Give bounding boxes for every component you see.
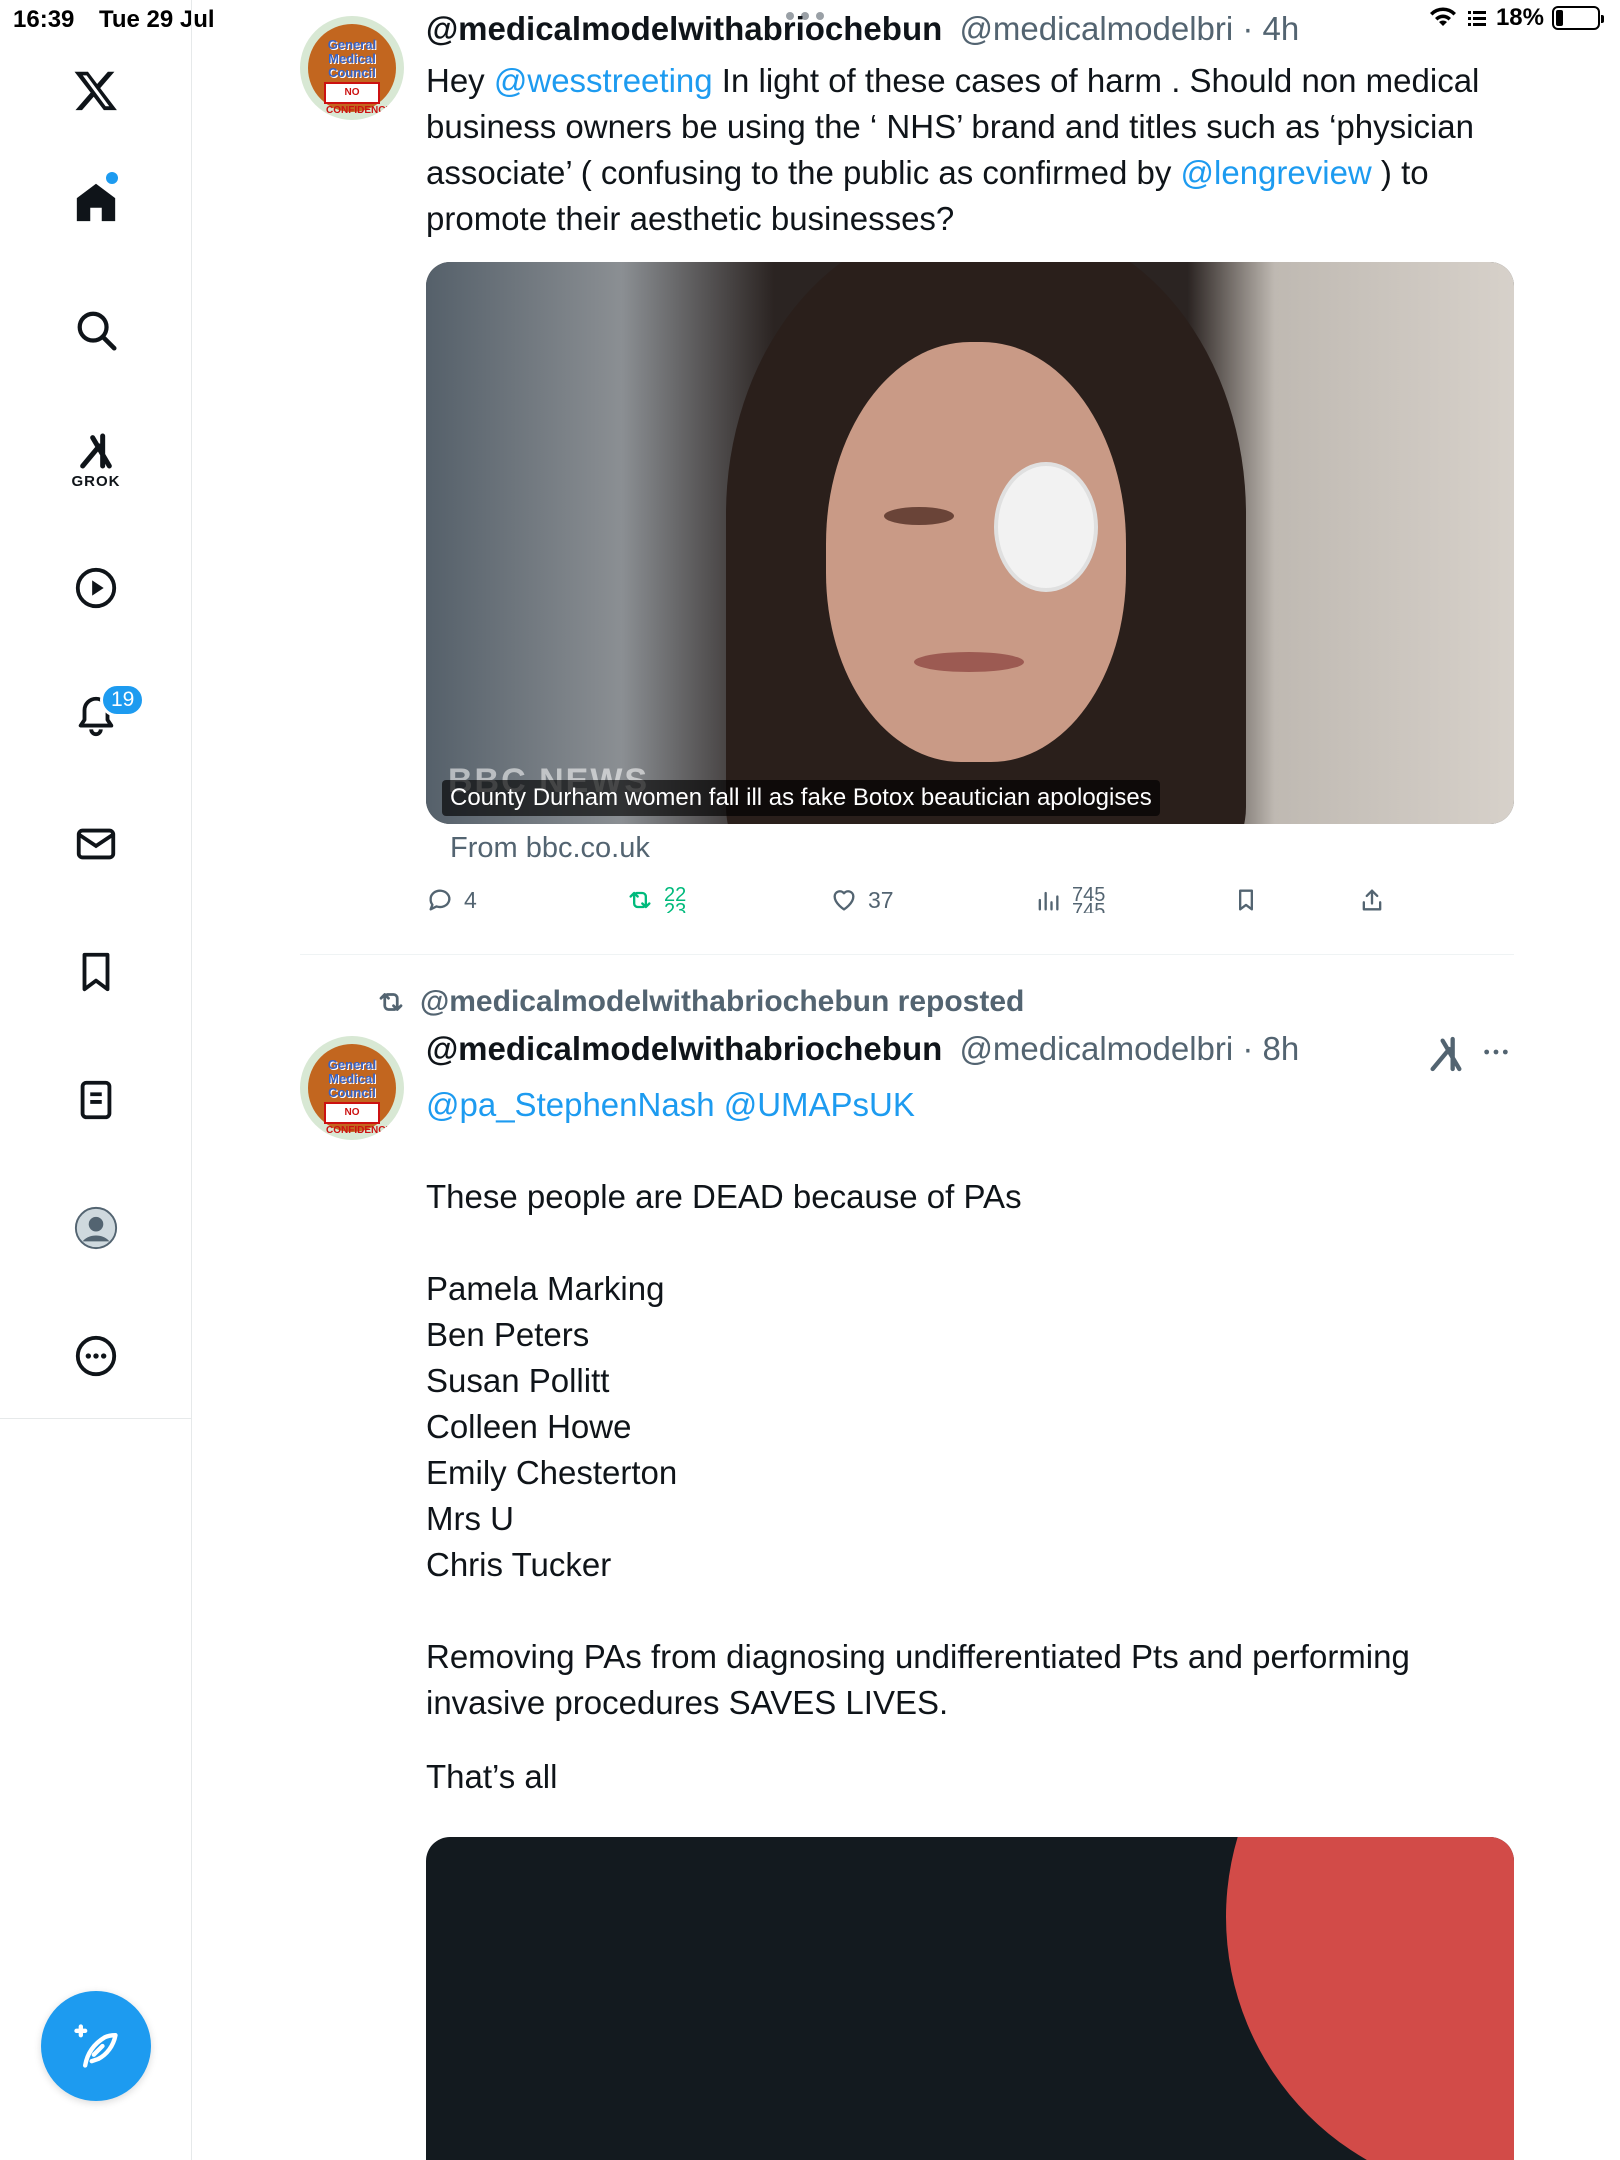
more-circle-icon[interactable] — [56, 1316, 136, 1396]
tweet-text: @pa_StephenNash @UMAPsUK These people ar… — [426, 1082, 1516, 1800]
link-card-caption: County Durham women fall ill as fake Bot… — [442, 780, 1160, 816]
display-name[interactable]: @medicalmodelwithabriochebun — [426, 10, 942, 47]
repost-label: @medicalmodelwithabriochebun reposted — [420, 985, 1025, 1018]
reply-icon — [429, 889, 451, 911]
notifications-badge: 19 — [100, 683, 146, 717]
battery-percent: 18% — [1495, 4, 1544, 31]
grok-label: GROK — [71, 472, 121, 490]
home-notification-dot — [106, 172, 118, 184]
share-icon — [1362, 889, 1382, 911]
victim-name: Colleen Howe — [426, 1408, 632, 1445]
bookmark-icon — [1239, 889, 1253, 911]
grok-icon[interactable] — [1426, 1034, 1466, 1074]
views-chart-icon — [1038, 891, 1059, 911]
share-button[interactable] — [1358, 886, 1386, 914]
tweet-divider — [300, 954, 1514, 955]
handle-time[interactable]: @medicalmodelbri · 8h — [959, 1030, 1299, 1067]
compose-feather-icon — [74, 2024, 118, 2068]
home-icon[interactable] — [56, 162, 136, 242]
compose-button[interactable] — [41, 1991, 151, 2101]
victim-name: Pamela Marking — [426, 1270, 665, 1307]
victim-name: Mrs U — [426, 1500, 514, 1537]
wifi-icon — [1429, 7, 1456, 26]
victim-name: Susan Pollitt — [426, 1362, 610, 1399]
victim-name: Chris Tucker — [426, 1546, 612, 1583]
avatar[interactable]: General Medical Council NO CONFIDENCE — [300, 1036, 404, 1140]
focus-list-icon — [1467, 11, 1486, 26]
repost-icon — [379, 993, 403, 1011]
views-button[interactable]: 745 745 — [1034, 886, 1105, 914]
tweet-header: @medicalmodelwithabriochebun @medicalmod… — [426, 10, 1299, 48]
display-name[interactable]: @medicalmodelwithabriochebun — [426, 1030, 942, 1067]
search-icon[interactable] — [56, 290, 136, 370]
profile-icon[interactable] — [56, 1188, 136, 1268]
tweet-paragraph: Removing PAs from diagnosing undifferent… — [426, 1638, 1410, 1721]
status-right: 18% — [1428, 4, 1604, 32]
like-button[interactable]: 37 — [830, 886, 894, 914]
mail-icon[interactable] — [56, 804, 136, 884]
heart-icon — [833, 890, 855, 911]
avatar-text: General Medical Council — [327, 37, 377, 80]
mention-link[interactable]: @lengreview — [1181, 154, 1372, 191]
link-card-image[interactable]: BBC NEWS County Durham women fall ill as… — [426, 262, 1514, 824]
tweet-header: @medicalmodelwithabriochebun @medicalmod… — [426, 1030, 1299, 1068]
tweet-line: These people are DEAD because of PAs — [426, 1178, 1022, 1215]
sidebar-divider — [0, 1418, 192, 1419]
avatar-text: General Medical Council — [327, 1057, 377, 1100]
bookmark-button[interactable] — [1232, 886, 1260, 914]
tweet-text: Hey @wesstreeting In light of these case… — [426, 62, 1480, 237]
battery-icon — [1552, 6, 1604, 30]
mention-links[interactable]: @pa_StephenNash @UMAPsUK — [426, 1082, 1516, 1128]
list-icon[interactable] — [56, 1060, 136, 1140]
repost-context[interactable]: @medicalmodelwithabriochebun reposted — [376, 985, 1024, 1019]
victim-name: Emily Chesterton — [426, 1454, 678, 1491]
more-dots-icon[interactable] — [1480, 1036, 1512, 1068]
reply-button[interactable]: 4 — [426, 886, 477, 914]
avatar-plate: NO CONFIDENCE — [324, 82, 392, 116]
avatar-plate: NO CONFIDENCE — [324, 1102, 392, 1136]
bookmark-icon[interactable] — [56, 932, 136, 1012]
mention-link[interactable]: @wesstreeting — [494, 62, 713, 99]
tweet-image[interactable] — [426, 1837, 1514, 2160]
tweet-paragraph: That’s all — [426, 1758, 558, 1795]
x-logo-icon[interactable] — [56, 50, 136, 130]
repost-icon — [629, 891, 651, 909]
victim-name: Ben Peters — [426, 1316, 590, 1353]
sidebar: GROK 19 — [0, 0, 192, 2160]
tweet-actions: 4 22 23 37 745 745 — [426, 886, 1516, 926]
repost-button[interactable]: 22 23 — [626, 886, 686, 914]
avatar[interactable]: General Medical Council NO CONFIDENCE — [300, 16, 404, 120]
grok-icon[interactable]: GROK — [56, 420, 136, 500]
link-card-source[interactable]: From bbc.co.uk — [450, 832, 650, 865]
handle-time[interactable]: @medicalmodelbri · 4h — [959, 10, 1299, 47]
play-icon[interactable] — [56, 548, 136, 628]
